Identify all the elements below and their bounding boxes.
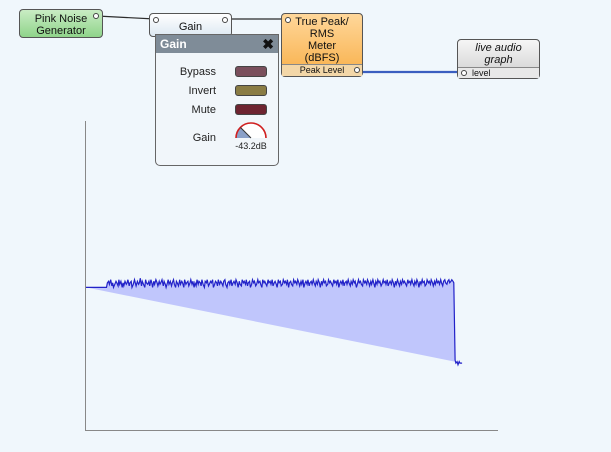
level-area-fill	[86, 278, 463, 365]
live-audio-level-chart	[85, 121, 498, 431]
